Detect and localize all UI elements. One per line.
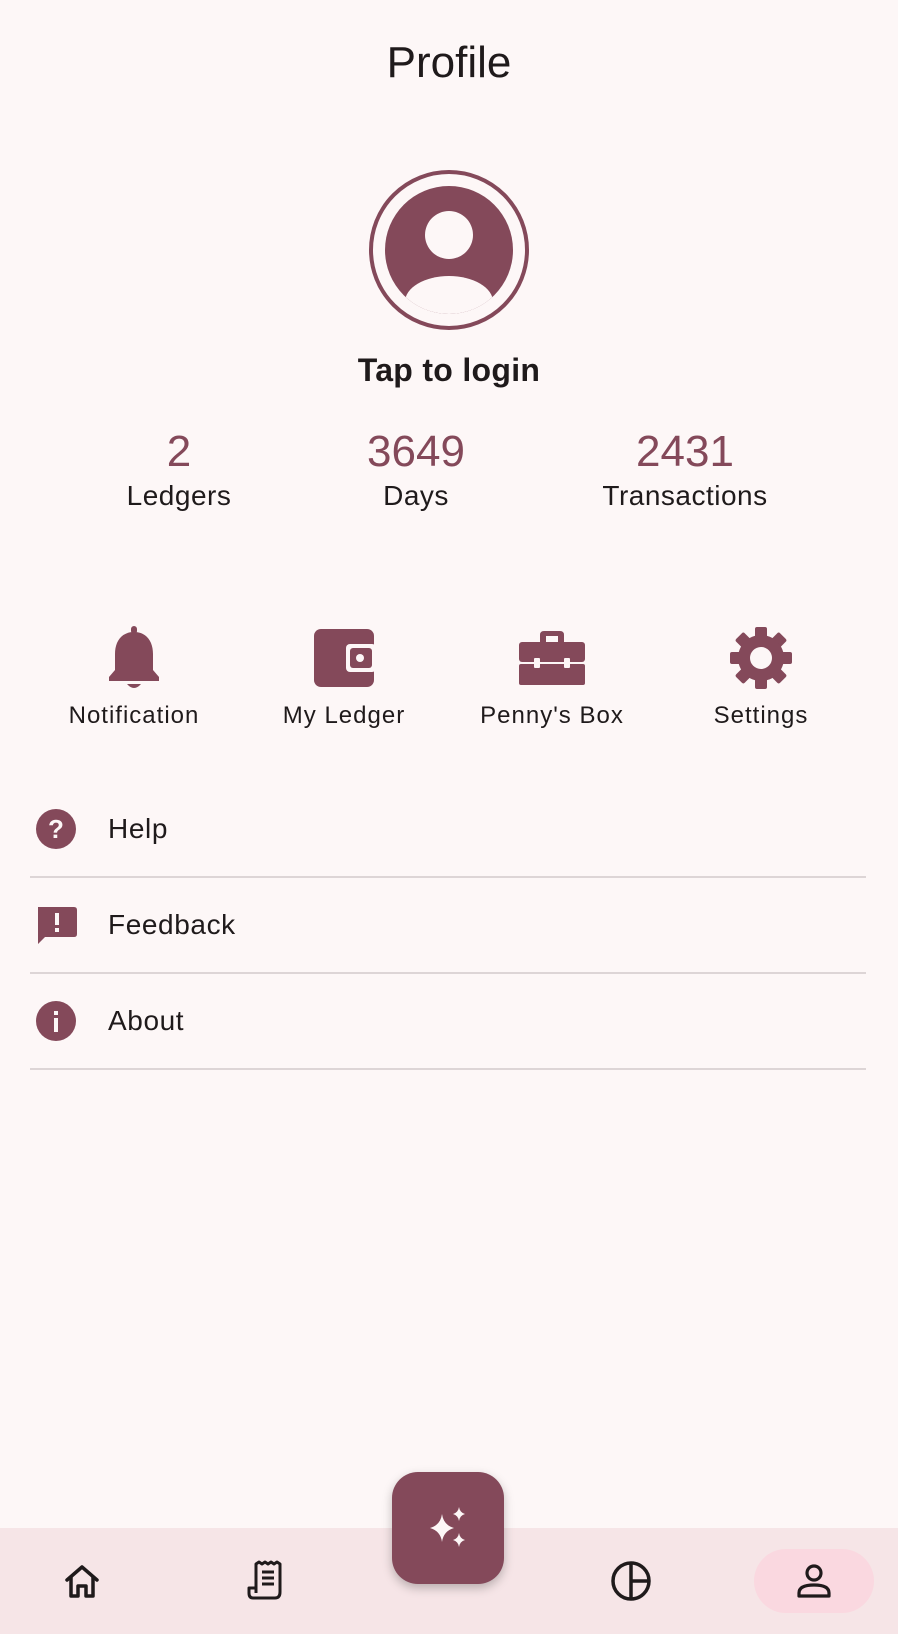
- wallet-icon: [308, 622, 380, 694]
- active-indicator: [754, 1549, 874, 1613]
- nav-transactions[interactable]: [205, 1528, 325, 1634]
- menu-item-feedback[interactable]: Feedback: [30, 878, 866, 974]
- nav-stats[interactable]: [571, 1528, 691, 1634]
- pennys-box-button[interactable]: Penny's Box: [452, 622, 652, 730]
- qa-label: Notification: [68, 702, 200, 729]
- stat-label: Days: [383, 480, 449, 512]
- stat-days: 3649 Days: [367, 427, 465, 512]
- menu-item-label: Help: [108, 813, 168, 844]
- feedback-icon: [32, 901, 80, 949]
- sparkle-icon: [430, 1507, 465, 1547]
- nav-profile[interactable]: [754, 1528, 874, 1634]
- avatar[interactable]: [369, 170, 529, 330]
- page-title: Profile: [386, 38, 512, 87]
- my-ledger-button[interactable]: My Ledger: [244, 622, 444, 730]
- account-circle-icon: [385, 186, 513, 314]
- stat-label: Ledgers: [126, 480, 232, 512]
- help-circle-icon: ?: [32, 805, 80, 853]
- person-icon: [797, 1564, 831, 1598]
- home-icon: [65, 1565, 99, 1598]
- info-icon: [32, 997, 80, 1045]
- menu-item-about[interactable]: About: [30, 974, 866, 1070]
- nav-home[interactable]: [22, 1528, 142, 1634]
- bell-icon: [98, 622, 170, 694]
- menu-item-label: About: [108, 1005, 185, 1036]
- menu-list: ? Help Feedback About: [30, 782, 866, 1070]
- settings-button[interactable]: Settings: [661, 622, 861, 730]
- menu-item-help[interactable]: ? Help: [30, 782, 866, 878]
- stat-label: Transactions: [602, 480, 768, 512]
- stat-value: 2431: [636, 427, 734, 476]
- qa-label: My Ledger: [282, 702, 406, 729]
- login-label[interactable]: Tap to login: [358, 352, 541, 389]
- stat-value: 2: [166, 427, 192, 476]
- notification-button[interactable]: Notification: [34, 622, 234, 730]
- stat-transactions: 2431 Transactions: [602, 427, 768, 512]
- menu-item-label: Feedback: [108, 909, 236, 940]
- qa-label: Settings: [713, 702, 809, 729]
- receipt-icon: [247, 1560, 282, 1600]
- stat-ledgers: 2 Ledgers: [126, 427, 232, 512]
- profile-header: Tap to login: [0, 170, 898, 389]
- gear-icon: [725, 622, 797, 694]
- toolbox-icon: [516, 622, 588, 694]
- svg-text:?: ?: [48, 814, 64, 844]
- stats-row: 2 Ledgers 3649 Days 2431 Transactions: [0, 427, 898, 528]
- ai-fab-button[interactable]: [392, 1472, 504, 1584]
- qa-label: Penny's Box: [480, 702, 624, 729]
- stat-value: 3649: [367, 427, 465, 476]
- app-bar: Profile: [0, 0, 898, 130]
- pie-chart-icon: [611, 1561, 651, 1601]
- quick-actions: Notification My Ledger Penny's Box Setti…: [0, 622, 898, 742]
